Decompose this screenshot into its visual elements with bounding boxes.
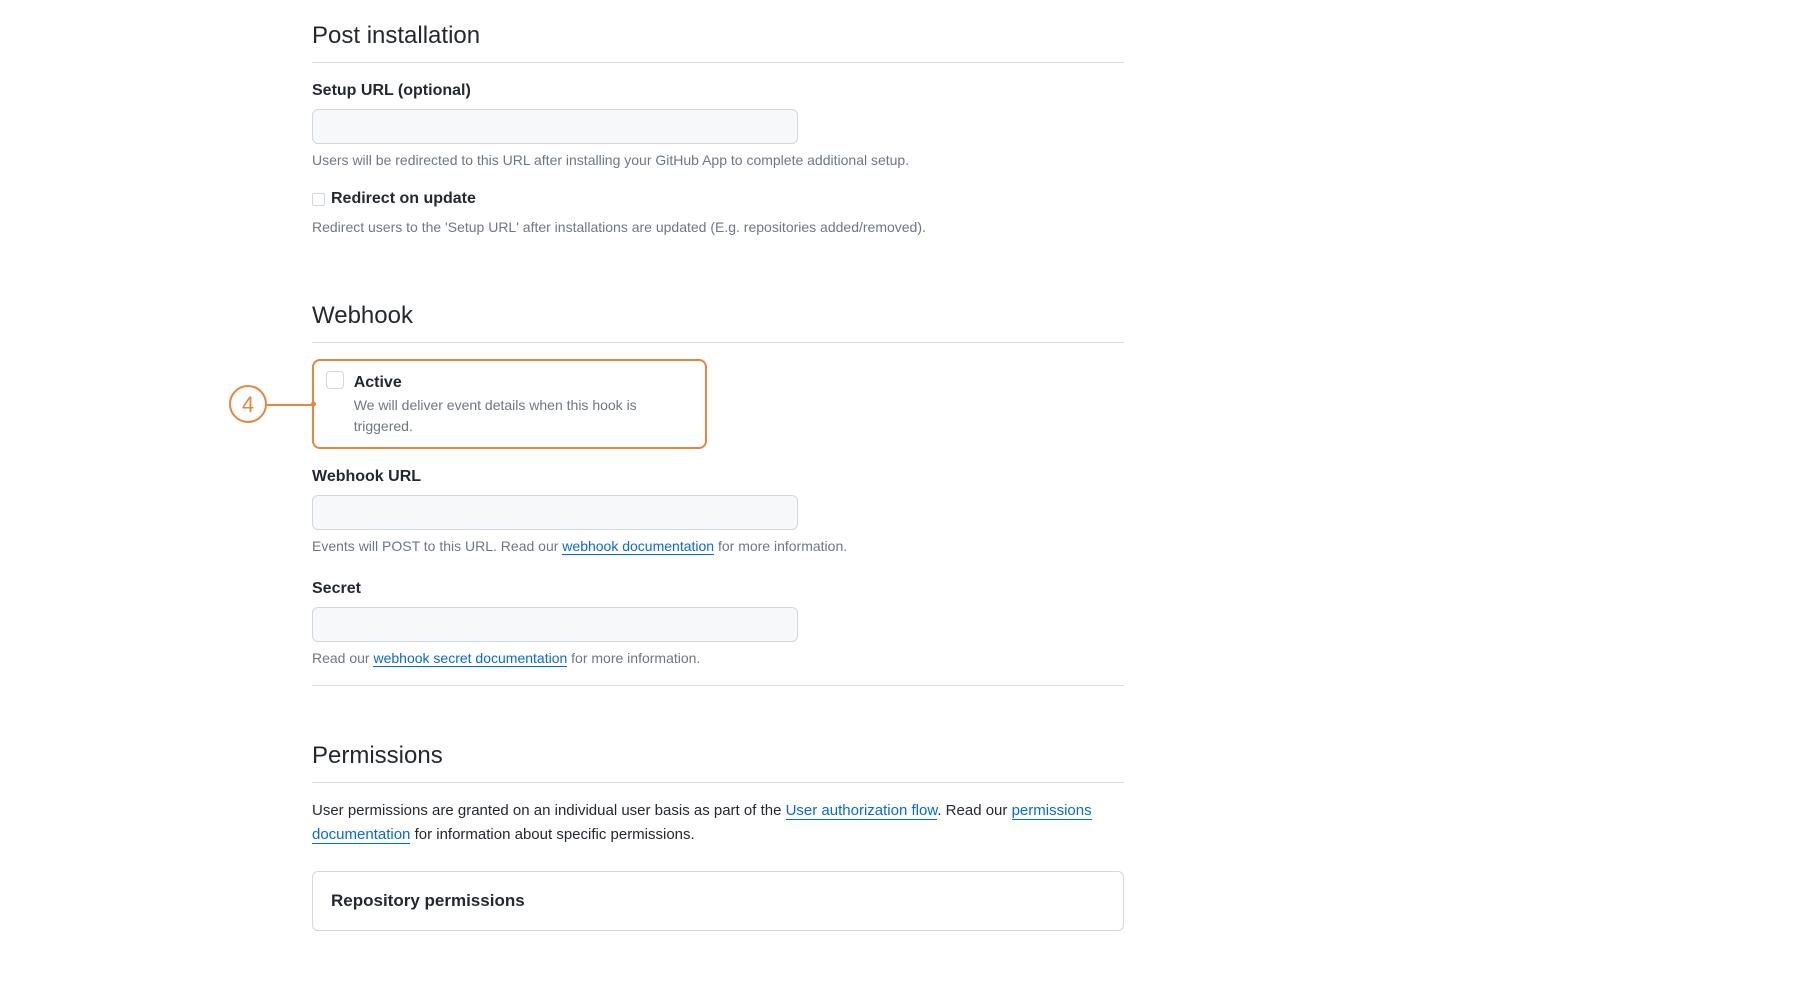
callout-dot [311,402,316,407]
repository-permissions-header: Repository permissions [313,872,1123,930]
active-callout-box: 4 Active We will deliver event details w… [312,359,707,449]
webhook-section-divider [312,685,1124,686]
webhook-heading: Webhook [312,298,1124,343]
webhook-url-help: Events will POST to this URL. Read our w… [312,536,1124,557]
webhook-url-group: Webhook URL Events will POST to this URL… [312,465,1124,557]
secret-help: Read our webhook secret documentation fo… [312,648,1124,669]
secret-help-suffix: for more information. [567,650,700,666]
permissions-heading: Permissions [312,738,1124,783]
permissions-para-suffix: for information about specific permissio… [410,826,694,843]
callout-number-badge: 4 [229,385,267,423]
secret-group: Secret Read our webhook secret documenta… [312,577,1124,669]
secret-input[interactable] [312,607,798,642]
active-label: Active [354,371,693,395]
redirect-on-update-checkbox[interactable] [312,193,325,206]
active-checkbox[interactable] [326,371,344,389]
post-installation-heading: Post installation [312,18,1124,63]
repository-permissions-box[interactable]: Repository permissions [312,871,1124,931]
user-authorization-flow-link[interactable]: User authorization flow [786,802,938,820]
secret-help-prefix: Read our [312,650,373,666]
setup-url-group: Setup URL (optional) Users will be redir… [312,79,1124,171]
setup-url-label: Setup URL (optional) [312,79,1124,103]
callout-line [267,404,314,406]
permissions-description: User permissions are granted on an indiv… [312,799,1124,847]
active-description: We will deliver event details when this … [354,395,693,437]
redirect-on-update-help: Redirect users to the 'Setup URL' after … [312,217,1124,238]
webhook-secret-documentation-link[interactable]: webhook secret documentation [373,650,567,667]
webhook-url-input[interactable] [312,495,798,530]
webhook-url-help-suffix: for more information. [714,538,847,554]
setup-url-help: Users will be redirected to this URL aft… [312,150,1124,171]
permissions-para-prefix: User permissions are granted on an indiv… [312,802,786,819]
secret-label: Secret [312,577,1124,601]
webhook-url-help-prefix: Events will POST to this URL. Read our [312,538,562,554]
redirect-on-update-group: Redirect on update Redirect users to the… [312,187,1124,238]
redirect-on-update-label: Redirect on update [331,187,476,211]
permissions-para-mid: . Read our [937,802,1011,819]
setup-url-input[interactable] [312,109,798,144]
webhook-url-label: Webhook URL [312,465,1124,489]
webhook-documentation-link[interactable]: webhook documentation [562,538,714,555]
